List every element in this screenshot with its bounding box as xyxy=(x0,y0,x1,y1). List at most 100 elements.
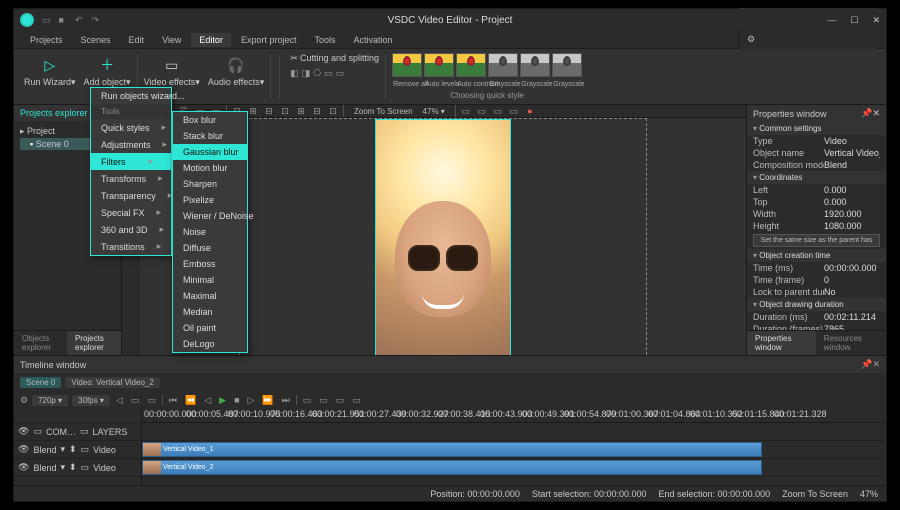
align-icon[interactable]: ⊟ xyxy=(311,105,323,117)
menu-item-special-fx[interactable]: Special FX xyxy=(91,204,171,221)
filter-pixelize[interactable]: Pixelize xyxy=(173,192,247,208)
qa-icon[interactable]: ■ xyxy=(59,15,69,25)
prop-section[interactable]: Coordinates xyxy=(747,171,886,184)
style-thumb[interactable]: Auto contrast xyxy=(456,53,486,77)
menu-tools[interactable]: Tools xyxy=(306,33,343,47)
tool-icon[interactable]: ▭ xyxy=(145,395,158,406)
tool-icon[interactable]: ◨ xyxy=(302,68,311,79)
ribbon-audio-effects-[interactable]: 🎧Audio effects▾ xyxy=(204,53,268,101)
filter-motion-blur[interactable]: Motion blur xyxy=(173,160,247,176)
qa-icon[interactable]: ↶ xyxy=(75,15,85,25)
box-icon[interactable]: ▭ xyxy=(33,426,42,437)
timeline-ruler[interactable]: 00:00:00.00000:00:05.48700:00:10.97500:0… xyxy=(142,409,886,423)
eye-icon[interactable]: 👁 xyxy=(18,426,29,437)
pin-icon[interactable]: 📌 xyxy=(861,108,872,119)
style-thumb[interactable]: Grayscale xyxy=(520,53,550,77)
tool-icon[interactable]: ⬍ xyxy=(69,444,77,455)
record-icon[interactable]: ● xyxy=(524,105,536,117)
tab-objects-explorer[interactable]: Objects explorer xyxy=(14,331,67,355)
filter-delogo[interactable]: DeLogo xyxy=(173,336,247,352)
menu-item-adjustments[interactable]: Adjustments xyxy=(91,136,171,153)
filter-oil-paint[interactable]: Oil paint xyxy=(173,320,247,336)
tool-icon[interactable]: ▭ xyxy=(350,395,363,406)
prev-icon[interactable]: ◁ xyxy=(114,395,125,406)
close-icon[interactable]: ✕ xyxy=(872,15,880,26)
filter-wiener---denoise[interactable]: Wiener / DeNoise xyxy=(173,208,247,224)
style-thumb[interactable]: Remove all xyxy=(392,53,422,77)
skip-start-icon[interactable]: ⏮ xyxy=(167,395,179,406)
prop-row[interactable]: Top0.000 xyxy=(747,196,886,208)
timeline-clip[interactable]: Vertical Video_1 xyxy=(142,442,762,457)
filter-stack-blur[interactable]: Stack blur xyxy=(173,128,247,144)
tool-icon[interactable]: ▭ xyxy=(317,395,330,406)
eye-icon[interactable]: 👁 xyxy=(18,444,29,455)
prop-row[interactable]: Time (frame)0 xyxy=(747,274,886,286)
filter-minimal[interactable]: Minimal xyxy=(173,272,247,288)
timeline-track[interactable]: Vertical Video_1 xyxy=(142,441,886,459)
gear-icon[interactable]: ⚙ xyxy=(739,32,878,47)
skip-end-icon[interactable]: ⏭ xyxy=(280,395,292,406)
tool-icon[interactable]: ▭ xyxy=(508,105,520,117)
menu-item-360-and-3d[interactable]: 360 and 3D xyxy=(91,221,171,238)
tab-properties[interactable]: Properties window xyxy=(747,331,816,355)
tool-icon[interactable]: ⬍ xyxy=(69,462,77,473)
tool-icon[interactable]: ▭ xyxy=(460,105,472,117)
filter-gaussian-blur[interactable]: Gaussian blur xyxy=(173,144,247,160)
video-effects-menu[interactable]: Run objects wizard...ToolsQuick stylesAd… xyxy=(90,87,172,256)
video-clip-preview[interactable] xyxy=(375,119,511,355)
tool-icon[interactable]: ▭ xyxy=(336,68,345,79)
align-icon[interactable]: ⊟ xyxy=(263,105,275,117)
qa-icon[interactable]: ↷ xyxy=(92,15,102,25)
tool-icon[interactable]: ▭ xyxy=(301,395,314,406)
qa-icon[interactable]: ▭ xyxy=(42,15,52,25)
menu-item-quick-styles[interactable]: Quick styles xyxy=(91,119,171,136)
tool-icon[interactable]: ▭ xyxy=(80,426,89,437)
filter-median[interactable]: Median xyxy=(173,304,247,320)
menu-activation[interactable]: Activation xyxy=(345,33,400,47)
frame-fwd-icon[interactable]: ▷ xyxy=(246,395,257,406)
filter-maximal[interactable]: Maximal xyxy=(173,288,247,304)
tool-icon[interactable]: ▾ xyxy=(60,462,65,473)
menu-scenes[interactable]: Scenes xyxy=(73,33,119,47)
tool-icon[interactable]: ▭ xyxy=(476,105,488,117)
filters-submenu[interactable]: Box blurStack blurGaussian blurMotion bl… xyxy=(172,111,248,353)
filter-emboss[interactable]: Emboss xyxy=(173,256,247,272)
tab-resources[interactable]: Resources window xyxy=(816,331,886,355)
frame-back-icon[interactable]: ◁ xyxy=(202,395,213,406)
timeline-clip[interactable]: Vertical Video_2 xyxy=(142,460,762,475)
zoom-value[interactable]: 47% ▾ xyxy=(423,107,445,116)
filter-box-blur[interactable]: Box blur xyxy=(173,112,247,128)
gear-icon[interactable]: ⚙ xyxy=(20,395,28,406)
prop-row[interactable]: Height1080.000 xyxy=(747,220,886,232)
prop-row[interactable]: Object nameVertical Video_2 xyxy=(747,147,886,159)
tool-icon[interactable]: ◧ xyxy=(290,68,299,79)
prop-row[interactable]: Width1920.000 xyxy=(747,208,886,220)
minimize-icon[interactable]: — xyxy=(827,15,836,26)
style-thumb[interactable]: Grayscale xyxy=(552,53,582,77)
step-fwd-icon[interactable]: ⏩ xyxy=(260,395,275,406)
step-back-icon[interactable]: ⏪ xyxy=(183,395,198,406)
status-zoom-value[interactable]: 47% xyxy=(860,489,878,499)
filter-diffuse[interactable]: Diffuse xyxy=(173,240,247,256)
video-frame[interactable] xyxy=(239,118,647,355)
eye-icon[interactable]: 👁 xyxy=(18,462,29,473)
timeline-track[interactable]: Vertical Video_2 xyxy=(142,459,886,477)
tool-icon[interactable]: ▾ xyxy=(60,444,65,455)
play-icon[interactable]: ▶ xyxy=(217,395,228,406)
tool-icon[interactable]: ▭ xyxy=(324,68,333,79)
prop-row[interactable]: Duration (frames)7865 xyxy=(747,323,886,330)
tab-projects-explorer[interactable]: Projects explorer xyxy=(67,331,121,355)
menu-edit[interactable]: Edit xyxy=(121,33,153,47)
filter-sharpen[interactable]: Sharpen xyxy=(173,176,247,192)
menu-item-transforms[interactable]: Transforms xyxy=(91,170,171,187)
tool-icon[interactable]: ▭ xyxy=(334,395,347,406)
close-panel-icon[interactable]: ✕ xyxy=(872,108,880,119)
close-panel-icon[interactable]: ✕ xyxy=(872,359,880,370)
maximize-icon[interactable]: ☐ xyxy=(850,15,858,26)
align-icon[interactable]: ⊞ xyxy=(247,105,259,117)
menu-projects[interactable]: Projects xyxy=(22,33,71,47)
timeline-scene-tab[interactable]: Scene 0 xyxy=(20,377,61,388)
track-header[interactable]: 👁Blend▾⬍▭Video xyxy=(14,459,141,477)
pin-icon[interactable]: 📌 xyxy=(861,359,872,370)
tool-icon[interactable]: ▭ xyxy=(492,105,504,117)
